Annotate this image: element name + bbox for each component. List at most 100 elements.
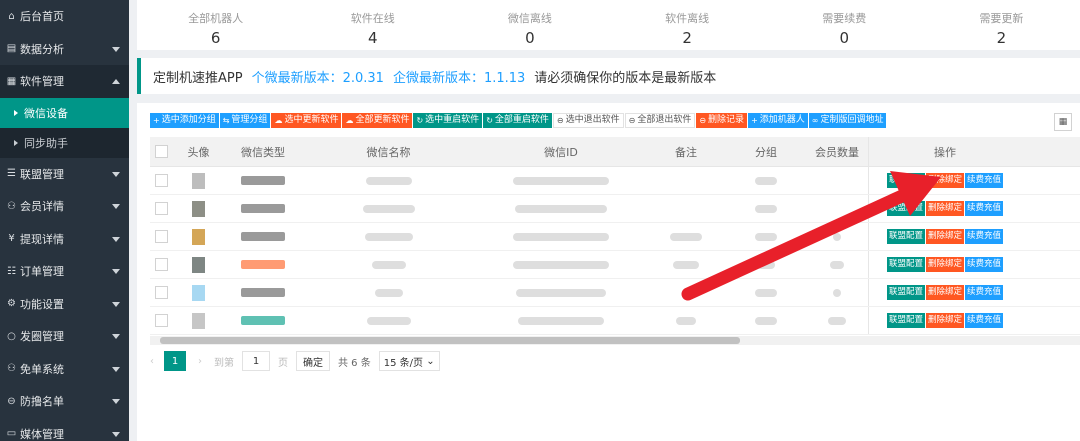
alliance-config-button[interactable]: 联盟配置 — [886, 313, 925, 328]
wechat-type-cell — [225, 167, 301, 194]
blurred-member-count — [828, 316, 846, 325]
wechat-name-cell — [301, 167, 476, 194]
page-size-select[interactable]: 15 条/页 ⌄ — [378, 351, 440, 371]
sidebar-item-software[interactable]: ▦ 软件管理 — [0, 65, 129, 98]
media-icon: ▭ — [6, 428, 17, 440]
sidebar-item-orders[interactable]: ☷ 订单管理 — [0, 255, 129, 288]
chevron-down-icon — [112, 366, 120, 372]
stat-need-renewal: 需要续费 0 — [766, 0, 923, 50]
next-page-icon[interactable]: › — [198, 356, 202, 367]
restart-selected-software-button[interactable]: ↻ 选中重启软件 — [413, 113, 483, 128]
unbind-button[interactable]: 删除绑定 — [925, 285, 964, 300]
goto-confirm-button[interactable]: 确定 — [296, 351, 330, 371]
group-cell — [726, 195, 806, 222]
unbind-button[interactable]: 删除绑定 — [925, 201, 964, 216]
sidebar: ⌂ 后台首页 ▤ 数据分析 ▦ 软件管理 微信设备 同步助手 ☰ 联盟管理 ⚇ 会员详情 … — [0, 0, 129, 441]
column-filter-icon[interactable]: ▦ — [1054, 113, 1072, 131]
list-icon: ☰ — [7, 168, 16, 180]
restart-all-software-button[interactable]: ↻ 全部重启软件 — [483, 113, 552, 128]
wechat-type-badge — [241, 204, 285, 213]
blurred-group — [755, 176, 777, 185]
wechat-type-badge — [241, 232, 285, 241]
sidebar-item-label: 发圈管理 — [20, 330, 64, 344]
chevron-down-icon — [112, 171, 120, 177]
sidebar-item-free-order[interactable]: ⚇ 免单系统 — [0, 353, 129, 386]
alliance-config-button[interactable]: 联盟配置 — [886, 173, 925, 188]
exit-selected-software-button[interactable]: ⊖ 选中退出软件 — [552, 113, 624, 128]
button-label: 全部重启软件 — [494, 115, 549, 125]
avatar-cell — [172, 223, 225, 250]
unbind-button[interactable]: 删除绑定 — [925, 229, 964, 244]
minus-circle-icon: ⊖ — [7, 395, 16, 407]
blurred-group — [757, 260, 775, 269]
manage-groups-button[interactable]: ⇆ 管理分组 — [219, 113, 271, 128]
row-checkbox[interactable] — [154, 174, 168, 187]
callback-url-button[interactable]: ∞ 定制版回调地址 — [808, 113, 887, 128]
renew-button[interactable]: 续费充值 — [965, 285, 1004, 300]
sidebar-item-alliance[interactable]: ☰ 联盟管理 — [0, 158, 129, 191]
current-page-button[interactable]: 1 — [164, 351, 186, 371]
row-checkbox[interactable] — [154, 286, 168, 299]
page-input[interactable]: 1 — [242, 351, 270, 371]
prev-page-icon[interactable]: ‹ — [150, 356, 164, 367]
exit-icon: ⊖ — [556, 116, 564, 125]
notice-suffix: 请必须确保你的版本是最新版本 — [534, 70, 717, 86]
alliance-config-button[interactable]: 联盟配置 — [886, 257, 925, 272]
sidebar-subitem-sync-assistant[interactable]: 同步助手 — [0, 127, 129, 158]
select-all-checkbox[interactable] — [154, 145, 168, 158]
renew-button[interactable]: 续费充值 — [965, 257, 1004, 272]
sidebar-item-settings[interactable]: ⚙ 功能设置 — [0, 288, 129, 321]
unbind-button[interactable]: 删除绑定 — [925, 257, 964, 272]
sidebar-item-moments[interactable]: ○ 发圈管理 — [0, 320, 129, 353]
row-checkbox[interactable] — [154, 258, 168, 271]
sidebar-item-data-analysis[interactable]: ▤ 数据分析 — [0, 33, 129, 66]
add-robot-button[interactable]: + 添加机器人 — [748, 113, 808, 128]
unbind-button[interactable]: 删除绑定 — [925, 313, 964, 328]
page-unit-label: 页 — [278, 357, 288, 369]
user-icon: ⚇ — [7, 200, 16, 212]
unbind-button[interactable]: 删除绑定 — [925, 173, 964, 188]
alliance-config-button[interactable]: 联盟配置 — [886, 285, 925, 300]
row-checkbox[interactable] — [154, 314, 168, 327]
sidebar-subitem-wechat-devices[interactable]: 微信设备 — [0, 97, 129, 128]
sidebar-item-blocklist[interactable]: ⊖ 防撸名单 — [0, 385, 129, 418]
operations-cell: 联盟配置 删除绑定 续费充值 — [868, 195, 1021, 222]
exit-all-software-button[interactable]: ⊖ 全部退出软件 — [624, 113, 696, 128]
renew-button[interactable]: 续费充值 — [965, 313, 1004, 328]
stat-value: 2 — [682, 29, 692, 47]
scrollbar-thumb[interactable] — [160, 337, 740, 344]
sidebar-item-label: 会员详情 — [20, 200, 64, 214]
delete-records-button[interactable]: ⊖ 删除记录 — [696, 113, 748, 128]
sidebar-item-media[interactable]: ▭ 媒体管理 — [0, 418, 129, 441]
add-selected-to-group-button[interactable]: + 选中添加分组 — [150, 113, 219, 128]
yen-icon: ¥ — [8, 233, 15, 245]
sidebar-item-home[interactable]: ⌂ 后台首页 — [0, 0, 129, 33]
goto-label: 到第 — [214, 357, 234, 369]
notice-enterprise-version: 企微最新版本：1.1.13 — [392, 70, 526, 86]
sidebar-item-members[interactable]: ⚇ 会员详情 — [0, 190, 129, 223]
avatar-cell — [172, 167, 225, 194]
row-checkbox[interactable] — [154, 202, 168, 215]
plus-icon: + — [153, 116, 160, 125]
button-label: 删除记录 — [708, 115, 745, 125]
chart-icon: ▤ — [6, 43, 17, 55]
row-checkbox[interactable] — [154, 230, 168, 243]
horizontal-scrollbar[interactable] — [150, 336, 1080, 345]
alliance-config-button[interactable]: 联盟配置 — [886, 229, 925, 244]
sidebar-item-label: 免单系统 — [20, 362, 64, 376]
update-all-software-button[interactable]: ☁ 全部更新软件 — [342, 113, 413, 128]
operations-cell: 联盟配置 删除绑定 续费充值 — [868, 251, 1021, 278]
sidebar-item-withdraw[interactable]: ¥ 提现详情 — [0, 223, 129, 256]
update-selected-software-button[interactable]: ☁ 选中更新软件 — [271, 113, 342, 128]
blurred-note — [670, 232, 702, 241]
avatar — [192, 172, 205, 189]
row-checkbox-cell — [150, 307, 172, 334]
alliance-config-button[interactable]: 联盟配置 — [886, 201, 925, 216]
renew-button[interactable]: 续费充值 — [965, 201, 1004, 216]
renew-button[interactable]: 续费充值 — [965, 173, 1004, 188]
column-header: 会员数量 — [815, 145, 859, 159]
stat-label: 软件离线 — [665, 12, 710, 25]
table-row: 联盟配置 删除绑定 续费充值 — [150, 279, 1080, 307]
renew-button[interactable]: 续费充值 — [965, 229, 1004, 244]
main-content: 全部机器人 6 软件在线 4 微信离线 0 软件离线 2 需要续费 0 需要更新 2 定制机… — [129, 0, 1080, 441]
